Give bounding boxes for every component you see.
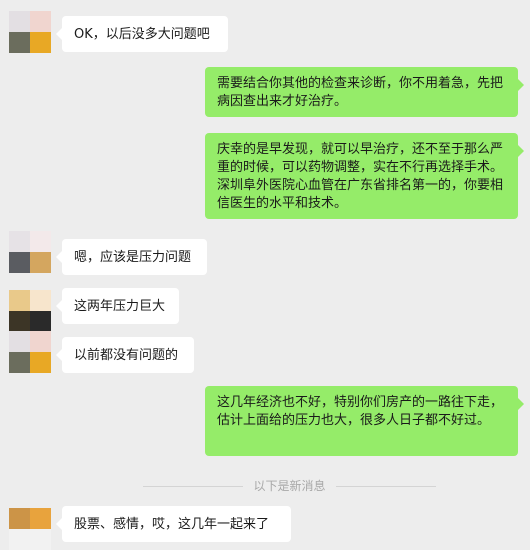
message-text: 这几年经济也不好，特别你们房产的一路往下走，估计上面给的压力也大，很多人日子都不… <box>217 395 504 428</box>
avatar[interactable] <box>9 11 51 53</box>
new-messages-divider: 以下是新消息 <box>0 477 530 495</box>
message-text: 庆幸的是早发现，就可以早治疗，还不至于那么严重的时候，可以药物调整，实在不行再选… <box>217 142 504 211</box>
message-text: OK，以后没多大问题吧 <box>74 27 210 42</box>
message-text: 以前都没有问题的 <box>74 348 179 363</box>
message-bubble-incoming[interactable]: 这两年压力巨大 <box>56 288 179 324</box>
chat-area: OK，以后没多大问题吧 需要结合你其他的检查来诊断，你不用着急，先把病因查出来才… <box>0 0 530 550</box>
divider-text: 以下是新消息 <box>253 479 326 493</box>
message-bubble-incoming[interactable]: 以前都没有问题的 <box>56 337 194 373</box>
message-bubble-incoming[interactable]: 嗯，应该是压力问题 <box>56 239 207 275</box>
message-text: 这两年压力巨大 <box>74 299 166 314</box>
message-bubble-outgoing[interactable]: 这几年经济也不好，特别你们房产的一路往下走，估计上面给的压力也大，很多人日子都不… <box>205 386 524 456</box>
message-text: 需要结合你其他的检查来诊断，你不用着急，先把病因查出来才好治疗。 <box>217 76 504 109</box>
message-text: 嗯，应该是压力问题 <box>74 250 192 265</box>
avatar[interactable] <box>9 331 51 373</box>
divider-line-left <box>143 486 243 487</box>
avatar[interactable] <box>9 290 51 332</box>
divider-line-right <box>336 486 436 487</box>
message-bubble-outgoing[interactable]: 庆幸的是早发现，就可以早治疗，还不至于那么严重的时候，可以药物调整，实在不行再选… <box>205 133 524 219</box>
message-bubble-incoming[interactable]: OK，以后没多大问题吧 <box>56 16 228 52</box>
message-bubble-incoming[interactable]: 股票、感情，哎，这几年一起来了 <box>56 506 291 542</box>
avatar[interactable] <box>9 231 51 273</box>
message-text: 股票、感情，哎，这几年一起来了 <box>74 517 270 532</box>
message-bubble-outgoing[interactable]: 需要结合你其他的检查来诊断，你不用着急，先把病因查出来才好治疗。 <box>205 67 524 117</box>
